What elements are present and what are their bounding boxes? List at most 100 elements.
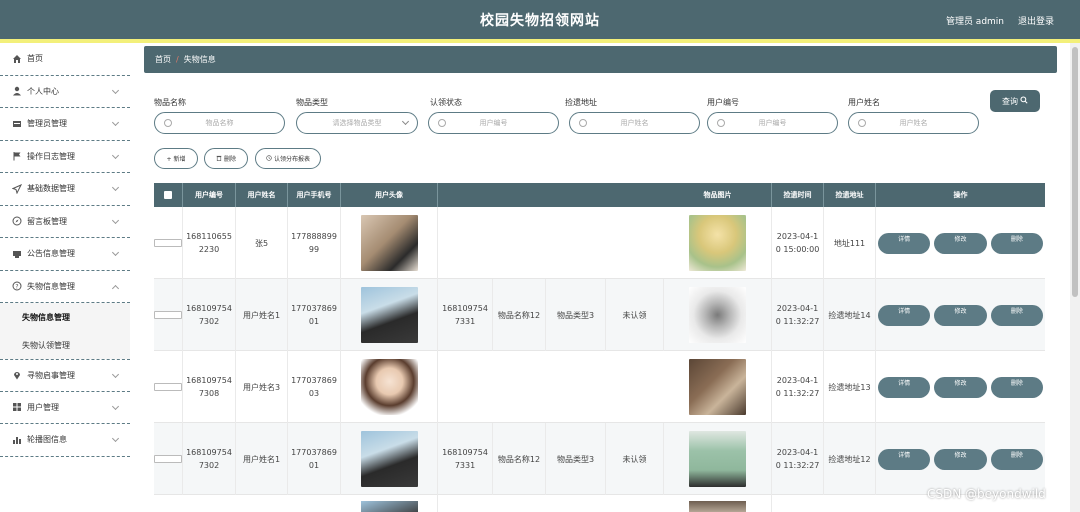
cell-operations: 详情 修改 删除: [876, 207, 1045, 279]
cell-operations: 详情 修改 删除: [876, 423, 1045, 495]
svg-text:?: ?: [15, 284, 18, 291]
row-delete-button[interactable]: 删除: [990, 304, 1043, 326]
sidebar-item-label: 寻物启事管理: [27, 370, 75, 380]
edit-button[interactable]: 修改: [934, 232, 987, 254]
page-scrollbar[interactable]: [1070, 43, 1080, 512]
breadcrumb-home[interactable]: 首页: [155, 54, 171, 65]
claim-status-placeholder: 用户编号: [479, 119, 508, 127]
sidebar-item-carousel[interactable]: 轮播图信息: [0, 424, 130, 457]
item-type-select[interactable]: 请选择物品类型: [296, 112, 418, 134]
sidebar-item-notices[interactable]: 公告信息管理: [0, 238, 130, 271]
cell-item-image: [664, 423, 772, 495]
sidebar-item-logs[interactable]: 操作日志管理: [0, 141, 130, 173]
row-checkbox[interactable]: [154, 311, 182, 319]
select-all-checkbox[interactable]: [164, 191, 172, 199]
edit-button[interactable]: 修改: [934, 304, 987, 326]
lost-items-submenu: 失物信息管理 失物认领管理: [0, 303, 130, 359]
sidebar-item-home[interactable]: 首页: [0, 43, 130, 76]
row-checkbox[interactable]: [154, 383, 182, 391]
trash-icon: [216, 155, 222, 163]
cell-item-image: [664, 495, 772, 512]
row-delete-button[interactable]: 删除: [990, 376, 1043, 398]
cell-pickup-address: 捡遗地址12: [824, 423, 876, 495]
home-icon: [12, 54, 22, 64]
header-pickup-time[interactable]: 捡遗时间: [772, 183, 824, 207]
search-icon: [1020, 96, 1028, 106]
add-button[interactable]: + 新增: [154, 148, 198, 169]
cell-claim-status: 未认领: [606, 423, 664, 495]
detail-button[interactable]: 详情: [878, 376, 931, 398]
input-icon: [438, 119, 446, 127]
site-title: 校园失物招领网站: [480, 13, 600, 29]
detail-button[interactable]: 详情: [878, 448, 931, 470]
detail-button[interactable]: 详情: [878, 304, 931, 326]
header-user-avatar[interactable]: 用户头像: [341, 183, 438, 207]
cell-item-id: 1681097547331: [438, 423, 493, 495]
cell-user-phone: 17788889999: [288, 207, 341, 279]
cell-item-type: 物品类型3: [546, 279, 606, 351]
header-item-image[interactable]: 物品图片: [664, 183, 772, 207]
sidebar-item-search-notices[interactable]: 寻物启事管理: [0, 359, 130, 392]
sidebar-item-admins[interactable]: 管理员管理: [0, 108, 130, 141]
pickup-address-input[interactable]: 用户姓名: [569, 112, 700, 134]
chevron-down-icon: [111, 370, 120, 379]
cell-user-avatar: [341, 279, 438, 351]
header-user-phone[interactable]: 用户手机号: [288, 183, 341, 207]
submenu-item-lost-info[interactable]: 失物信息管理: [0, 303, 130, 331]
flag-icon: [12, 151, 22, 161]
header-user-name[interactable]: 用户姓名: [236, 183, 288, 207]
item-name-input[interactable]: 物品名称: [154, 112, 285, 134]
sidebar-item-profile[interactable]: 个人中心: [0, 76, 130, 108]
submenu-item-lost-claim[interactable]: 失物认领管理: [0, 331, 130, 359]
user-id-placeholder: 用户编号: [758, 119, 787, 127]
compass-icon: [12, 216, 22, 226]
field-label-claim-status: 认领状态: [430, 98, 462, 107]
header-pickup-address[interactable]: 捡遗地址: [824, 183, 876, 207]
sidebar-item-base-data[interactable]: 基础数据管理: [0, 173, 130, 206]
pickup-address-placeholder: 用户姓名: [620, 119, 649, 127]
cell-user-avatar: [341, 351, 438, 423]
row-checkbox[interactable]: [154, 455, 182, 463]
detail-button[interactable]: 详情: [878, 232, 931, 254]
claim-status-input[interactable]: 用户编号: [428, 112, 559, 134]
notice-icon: [12, 249, 22, 259]
header-user-id[interactable]: 用户编号: [183, 183, 236, 207]
grid-icon: [12, 402, 22, 412]
sidebar-item-label: 个人中心: [27, 86, 59, 96]
edit-button[interactable]: 修改: [934, 376, 987, 398]
cell-pickup-address: 捡遗地址13: [824, 351, 876, 423]
select-all-cell: [154, 183, 183, 207]
sidebar-item-messages[interactable]: 留言板管理: [0, 206, 130, 238]
breadcrumb-separator: /: [176, 55, 179, 64]
edit-button[interactable]: 修改: [934, 448, 987, 470]
scrollbar-thumb[interactable]: [1072, 47, 1078, 297]
cell-item-image: [664, 351, 772, 423]
delete-button[interactable]: 删除: [204, 148, 248, 169]
sidebar-item-lost-items[interactable]: ? 失物信息管理: [0, 271, 130, 303]
user-id-input[interactable]: 用户编号: [707, 112, 838, 134]
table-row: 1681097547308 用户姓名3 17703786903 2023-04-…: [154, 351, 1045, 423]
chevron-down-icon: [111, 434, 120, 443]
user-avatar-image: [360, 501, 418, 512]
row-delete-button[interactable]: 删除: [990, 232, 1043, 254]
chevron-down-icon: [111, 402, 120, 410]
logout-link[interactable]: 退出登录: [1018, 14, 1054, 27]
chart-icon: [12, 435, 22, 445]
user-name-input[interactable]: 用户姓名: [848, 112, 979, 134]
input-icon: [579, 119, 587, 127]
user-avatar-image: [360, 287, 418, 343]
top-header: 校园失物招领网站 管理员 admin 退出登录: [0, 0, 1080, 39]
claim-report-button[interactable]: 认领分布报表: [255, 148, 321, 169]
sidebar-item-label: 用户管理: [27, 402, 59, 412]
admin-icon: [12, 119, 22, 129]
chevron-down-icon: [111, 118, 120, 127]
user-avatar-image: [360, 431, 418, 487]
admin-user-label: 管理员 admin: [945, 17, 1004, 27]
row-delete-button[interactable]: 删除: [990, 448, 1043, 470]
search-button[interactable]: 查询: [990, 90, 1040, 112]
table-row: 1681106552230 张5 17788889999 2023-04-10 …: [154, 207, 1045, 279]
row-select-cell: [154, 207, 183, 279]
lost-icon: ?: [12, 281, 22, 291]
sidebar-item-users[interactable]: 用户管理: [0, 392, 130, 424]
row-checkbox[interactable]: [154, 239, 182, 247]
